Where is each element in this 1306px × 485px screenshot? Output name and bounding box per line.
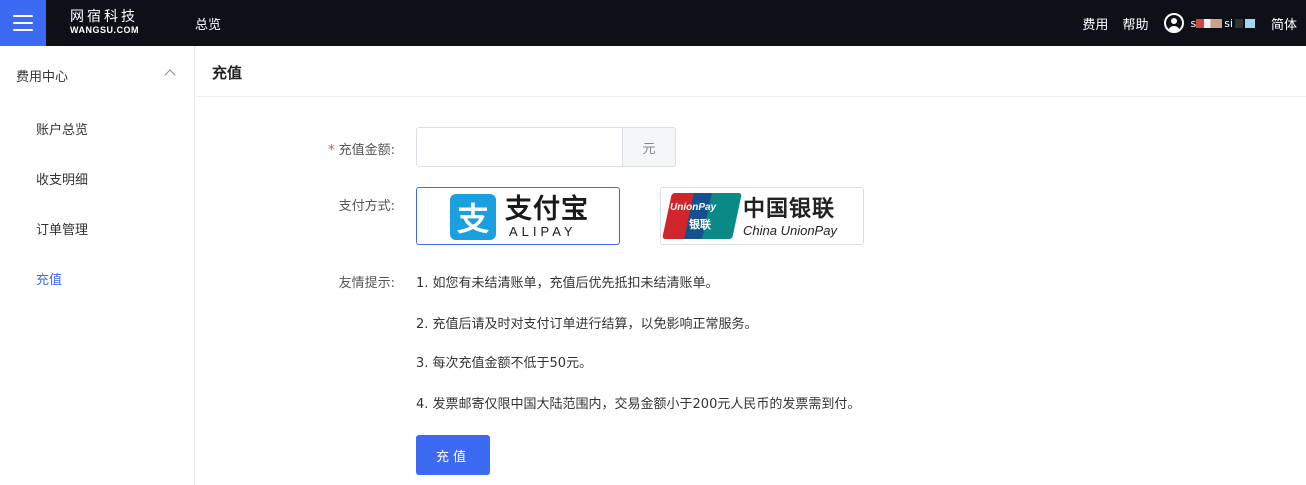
payment-option-unionpay[interactable]: UnionPay 银联 中国银联 China UnionPay [660, 187, 864, 245]
tip-item: 2. 充值后请及时对支付订单进行结算，以免影响正常服务。 [416, 317, 758, 332]
nav-help-link[interactable]: 帮助 [1122, 14, 1148, 33]
logo-cn: 网宿科技 [70, 9, 138, 25]
user-name-mid: si [1224, 16, 1233, 30]
hamburger-icon [13, 15, 33, 31]
sidebar-item-order-management[interactable]: 订单管理 [0, 203, 195, 253]
tip-item: 4. 发票邮寄仅限中国大陆范围内，交易金额小于200元人民币的发票需到付。 [416, 397, 861, 412]
sidebar-item-recharge[interactable]: 充值 [0, 253, 195, 303]
user-name: s si [1190, 17, 1255, 30]
company-logo[interactable]: 网宿科技 WANGSU.COM [70, 9, 160, 37]
sidebar-group-fee-center[interactable]: 费用中心 [0, 46, 195, 104]
sidebar-item-income-expense[interactable]: 收支明细 [0, 153, 195, 203]
page-header: 充值 [196, 46, 1306, 97]
sidebar: 费用中心 账户总览 收支明细 订单管理 充值 [0, 46, 195, 485]
top-right-nav: 费用 帮助 s si 简体 [1082, 0, 1306, 46]
redaction-mask [1196, 18, 1223, 28]
amount-unit: 元 [622, 127, 676, 167]
menu-toggle-button[interactable] [0, 0, 46, 46]
user-menu[interactable]: s si [1164, 13, 1255, 33]
recharge-submit-button[interactable]: 充值 [416, 435, 490, 475]
alipay-name-cn: 支付宝 [505, 194, 589, 225]
required-mark: * [328, 143, 335, 158]
logo-en: WANGSU.COM [70, 25, 139, 35]
top-bar: 网宿科技 WANGSU.COM 总览 费用 帮助 s si 简体 [0, 0, 1306, 46]
sidebar-item-account-overview[interactable]: 账户总览 [0, 103, 195, 153]
amount-label-wrap: * 充值金额: [328, 139, 395, 158]
tips-label: 友情提示: [338, 276, 395, 291]
sidebar-group-label: 费用中心 [16, 69, 69, 85]
payment-option-alipay[interactable]: 支 支付宝 ALIPAY [416, 187, 620, 245]
unionpay-logo-icon: UnionPay 银联 [662, 193, 742, 239]
amount-label: 充值金额: [338, 143, 395, 158]
chevron-up-icon [164, 69, 176, 81]
redaction-mask [1244, 18, 1255, 28]
unionpay-name-en: China UnionPay [743, 223, 837, 238]
redaction-mask [1234, 18, 1243, 28]
amount-input[interactable] [416, 127, 622, 167]
amount-field: 元 [416, 127, 676, 167]
unionpay-logo-cn: 银联 [689, 218, 711, 231]
alipay-name-en: ALIPAY [509, 224, 577, 239]
unionpay-name-cn: 中国银联 [743, 197, 836, 222]
language-switch[interactable]: 简体 [1271, 14, 1297, 33]
alipay-logo-icon: 支 [450, 194, 496, 240]
tip-item: 1. 如您有未结清账单，充值后优先抵扣未结清账单。 [416, 276, 719, 291]
page-title: 充值 [212, 64, 243, 82]
unionpay-logo-en: UnionPay [670, 202, 717, 213]
nav-fee-link[interactable]: 费用 [1082, 14, 1108, 33]
nav-overview-link[interactable]: 总览 [195, 14, 221, 33]
user-avatar-icon [1164, 13, 1185, 33]
payment-label: 支付方式: [338, 199, 395, 214]
tip-item: 3. 每次充值金额不低于50元。 [416, 356, 593, 371]
